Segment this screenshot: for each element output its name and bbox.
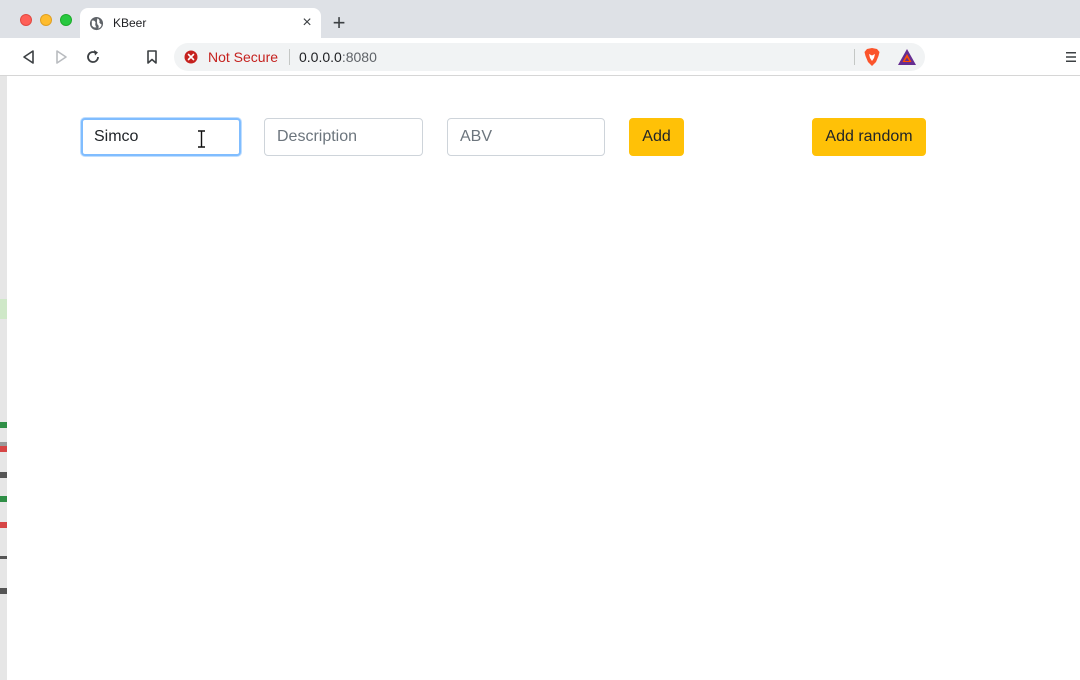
globe-icon <box>89 16 104 31</box>
window-minimize-button[interactable] <box>40 14 52 26</box>
background-desktop-strip <box>0 76 7 680</box>
window-maximize-button[interactable] <box>60 14 72 26</box>
new-tab-button[interactable]: + <box>328 12 350 34</box>
background-window-mark <box>0 556 7 559</box>
background-window-mark <box>0 299 7 319</box>
beer-name-input[interactable] <box>81 118 241 156</box>
omnibox-extensions-divider <box>854 49 855 65</box>
omnibox-divider <box>289 49 290 65</box>
abv-input[interactable] <box>447 118 605 156</box>
window-close-button[interactable] <box>20 14 32 26</box>
not-secure-icon[interactable] <box>184 50 198 64</box>
page-content: Add Add random <box>7 77 1080 680</box>
brave-rewards-icon[interactable] <box>897 48 917 66</box>
tab-close-icon[interactable]: × <box>299 15 315 31</box>
background-window-mark <box>0 446 7 452</box>
browser-toolbar: Not Secure 0.0.0.0:8080 <box>0 38 1080 76</box>
url-text[interactable]: 0.0.0.0:8080 <box>299 49 377 65</box>
brave-shields-icon[interactable] <box>863 47 881 67</box>
text-cursor-icon <box>197 130 206 148</box>
back-icon[interactable] <box>19 47 39 67</box>
address-bar[interactable]: Not Secure 0.0.0.0:8080 <box>174 43 925 71</box>
tab-strip: KBeer × + <box>0 0 1080 38</box>
browser-window: KBeer × + Not Secure 0.0.0.0:8080 Simco … <box>0 0 1080 680</box>
background-window-mark <box>0 522 7 528</box>
bookmark-icon[interactable] <box>142 47 162 67</box>
background-window-mark <box>0 496 7 502</box>
add-random-button[interactable]: Add random <box>812 118 926 156</box>
background-window-mark <box>0 422 7 428</box>
url-host: 0.0.0.0 <box>299 49 342 65</box>
forward-icon[interactable] <box>51 47 71 67</box>
browser-tab[interactable]: KBeer × <box>80 8 321 38</box>
reload-icon[interactable] <box>83 47 103 67</box>
tab-title: KBeer <box>113 16 147 30</box>
add-button[interactable]: Add <box>629 118 684 156</box>
description-input[interactable] <box>264 118 423 156</box>
background-window-mark <box>0 472 7 478</box>
security-label[interactable]: Not Secure <box>208 49 278 65</box>
background-window-mark <box>0 588 7 594</box>
menu-icon[interactable] <box>1064 49 1078 65</box>
url-port: :8080 <box>341 49 377 65</box>
